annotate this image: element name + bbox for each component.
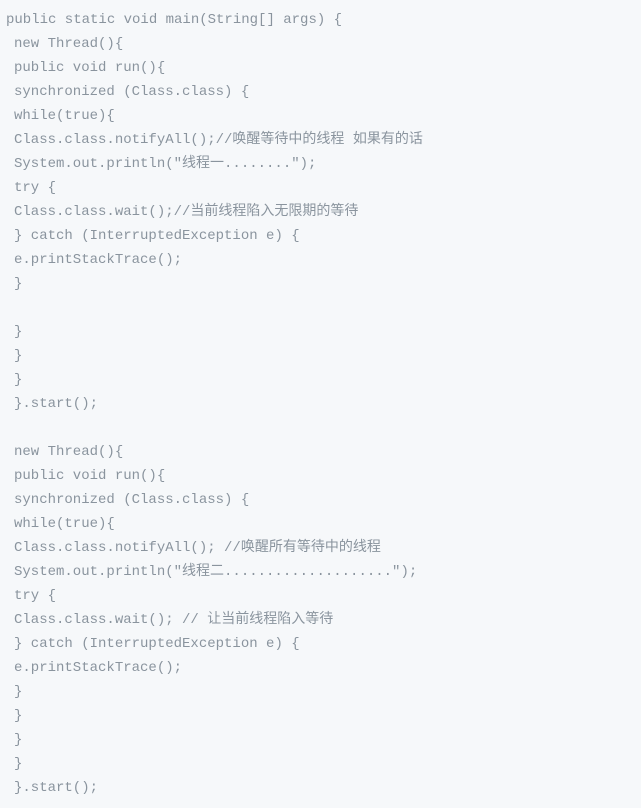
- code-line: e.printStackTrace();: [6, 656, 635, 680]
- code-line: } catch (InterruptedException e) {: [6, 224, 635, 248]
- code-line: Class.class.notifyAll(); //唤醒所有等待中的线程: [6, 536, 635, 560]
- code-line: }: [6, 704, 635, 728]
- code-line: }: [6, 752, 635, 776]
- code-line: e.printStackTrace();: [6, 248, 635, 272]
- code-line: System.out.println("线程一........");: [6, 152, 635, 176]
- code-line: }.start();: [6, 776, 635, 800]
- code-line: public void run(){: [6, 56, 635, 80]
- code-line: }: [6, 728, 635, 752]
- code-line: [6, 416, 635, 440]
- code-line: } catch (InterruptedException e) {: [6, 632, 635, 656]
- code-line: Class.class.wait();//当前线程陷入无限期的等待: [6, 200, 635, 224]
- code-line: public static void main(String[] args) {: [6, 8, 635, 32]
- code-line: [6, 296, 635, 320]
- code-line: Class.class.wait(); // 让当前线程陷入等待: [6, 608, 635, 632]
- code-line: try {: [6, 176, 635, 200]
- code-line: new Thread(){: [6, 440, 635, 464]
- code-line: }: [6, 680, 635, 704]
- code-line: }: [6, 368, 635, 392]
- code-line: while(true){: [6, 512, 635, 536]
- code-line: System.out.println("线程二.................…: [6, 560, 635, 584]
- code-line: try {: [6, 584, 635, 608]
- code-line: }: [6, 320, 635, 344]
- code-line: }.start();: [6, 392, 635, 416]
- code-block: public static void main(String[] args) {…: [6, 8, 635, 800]
- code-line: while(true){: [6, 104, 635, 128]
- code-line: new Thread(){: [6, 32, 635, 56]
- code-line: Class.class.notifyAll();//唤醒等待中的线程 如果有的话: [6, 128, 635, 152]
- code-line: public void run(){: [6, 464, 635, 488]
- code-line: }: [6, 272, 635, 296]
- code-line: synchronized (Class.class) {: [6, 488, 635, 512]
- code-line: synchronized (Class.class) {: [6, 80, 635, 104]
- code-line: }: [6, 344, 635, 368]
